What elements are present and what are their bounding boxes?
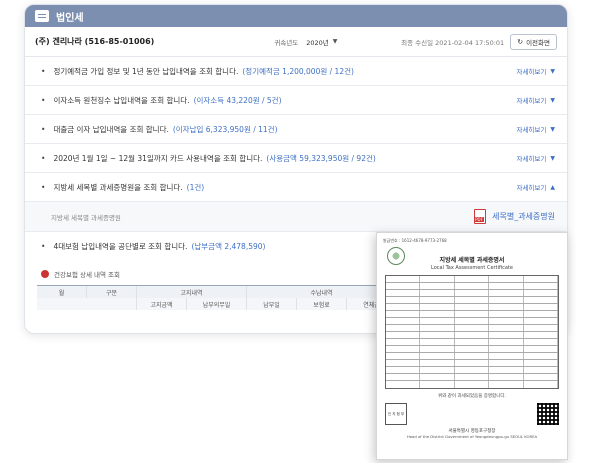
bullet-icon: •: [41, 242, 46, 251]
doc-table-row: [386, 339, 559, 346]
document-icon: [35, 10, 49, 22]
year-label: 귀속년도: [274, 38, 299, 47]
list-item: • 이자소득 원천징수 납입내역을 조회 합니다. (이자소득 43,220원 …: [25, 86, 567, 115]
doc-table-row: [386, 283, 559, 290]
doc-table-row: [386, 332, 559, 339]
chevron-up-icon: ▲: [550, 183, 555, 191]
doc-table-row: [386, 353, 559, 360]
doc-table-row: [386, 325, 559, 332]
list-item: • 지방세 세목별 과세증명원을 조회 합니다. (1건) 자세히보기 ▲: [25, 173, 567, 202]
view-details-button[interactable]: 자세히보기 ▼: [516, 124, 555, 135]
pdf-label: 세목별_과세증명원: [492, 212, 555, 221]
doc-signature-area: 인 지 첨 부: [385, 403, 559, 425]
table-header: 고지금액: [137, 298, 187, 310]
view-details-button[interactable]: 자세히보기 ▲: [516, 182, 555, 193]
doc-table-row: [386, 381, 559, 388]
view-details-label: 자세히보기: [516, 184, 547, 192]
view-details-label: 자세히보기: [516, 97, 547, 105]
list-item-summary: (이자소득 43,220원 / 5건): [193, 95, 282, 105]
insurance-icon: [41, 270, 49, 278]
table-header: 수납내역: [247, 286, 397, 298]
table-header: 구분: [87, 286, 137, 298]
last-received: 최종 수신일 2021-02-04 17:50:01: [401, 38, 505, 47]
view-details-label: 자세히보기: [516, 68, 547, 76]
doc-table-row: [386, 290, 559, 297]
back-button[interactable]: ↻ 이전화면: [510, 33, 557, 50]
doc-table-row: [386, 360, 559, 367]
qr-code-icon: [537, 403, 559, 425]
chevron-down-icon: ▼: [550, 67, 555, 75]
view-details-button[interactable]: 자세히보기 ▼: [516, 95, 555, 106]
doc-stamp-box: 인 지 첨 부: [385, 403, 407, 425]
doc-table-row: [386, 311, 559, 318]
chevron-down-icon: ▼: [550, 154, 555, 162]
list-item-text: 대출금 이자 납입내역을 조회 합니다.: [53, 124, 169, 134]
list-item: • 2020년 1월 1일 ~ 12월 31일까지 카드 사용내역을 조회 합니…: [25, 144, 567, 173]
list-item-text: 이자소득 원천징수 납입내역을 조회 합니다.: [53, 95, 190, 105]
bullet-icon: •: [41, 182, 46, 192]
list-item-text: 2020년 1월 1일 ~ 12월 31일까지 카드 사용내역을 조회 합니다.: [53, 153, 263, 163]
bullet-icon: •: [41, 95, 46, 105]
table-header: 납부일: [247, 298, 297, 310]
doc-table-row: [386, 318, 559, 325]
caret-down-icon: ▼: [332, 38, 338, 45]
doc-table-row: [386, 367, 559, 374]
list-item-summary: (정기예적금 1,200,000원 / 12건): [242, 66, 354, 76]
bullet-icon: •: [41, 153, 46, 163]
view-details-label: 자세히보기: [516, 126, 547, 134]
list-item: • 정기예적금 가입 정보 및 1년 동안 납입내역을 조회 합니다. (정기예…: [25, 57, 567, 86]
doc-table-row: [386, 374, 559, 381]
back-icon: ↻: [517, 37, 524, 46]
chevron-down-icon: ▼: [550, 125, 555, 133]
view-details-button[interactable]: 자세히보기 ▼: [516, 66, 555, 77]
certificate-panel: 지방세 세목별 과세증명원 세목별_과세증명원: [25, 202, 567, 232]
table-header: 고지내역: [137, 286, 247, 298]
doc-table-row: [386, 297, 559, 304]
year-value: 2020년: [306, 38, 329, 47]
doc-issue-number: 발급번호 : 1612-4678-9773-2768: [383, 238, 447, 243]
doc-table-row: [386, 346, 559, 353]
doc-issuer-en: Head of the District Government of Yeong…: [406, 434, 538, 439]
year-select[interactable]: 2020년 ▼: [306, 37, 337, 47]
pdf-download-link[interactable]: 세목별_과세증명원: [474, 209, 555, 224]
toolbar: (주) 겐리나라 (516-85-01006) 귀속년도 2020년 ▼ 최종 …: [25, 27, 567, 57]
company-name: (주) 겐리나라 (516-85-01006): [35, 37, 155, 46]
list-item-summary: (이자납입 6,323,950원 / 11건): [172, 124, 278, 134]
list-item-text: 4대보험 납입내역을 공단별로 조회 합니다.: [53, 242, 188, 251]
bullet-icon: •: [41, 66, 46, 76]
list-item-summary: (1건): [186, 182, 205, 192]
title-bar: 법인세: [25, 5, 567, 27]
doc-title: 지방세 세목별 과세증명서: [439, 257, 505, 264]
list-item-text: 정기예적금 가입 정보 및 1년 동안 납입내역을 조회 합니다.: [53, 66, 239, 76]
list-item-text: 지방세 세목별 과세증명원을 조회 합니다.: [53, 182, 183, 192]
table-header: 보험료: [297, 298, 347, 310]
view-details-label: 자세히보기: [516, 155, 547, 163]
back-button-label: 이전화면: [526, 38, 550, 47]
health-title-text: 건강보험 상세 내역 조회: [54, 271, 120, 279]
doc-title-en: Local Tax Assessment Certificate: [431, 265, 513, 271]
view-details-button[interactable]: 자세히보기 ▼: [516, 153, 555, 164]
certificate-document: 발급번호 : 1612-4678-9773-2768 지방세 세목별 과세증명서…: [376, 232, 568, 460]
chevron-down-icon: ▼: [550, 96, 555, 104]
table-header: 월: [37, 286, 87, 298]
pdf-icon: [474, 209, 487, 224]
list-item-summary: (납부금액 2,478,590): [191, 242, 266, 251]
doc-table-row: [386, 276, 559, 283]
doc-footer: 위와 같이 과세되었음을 증명합니다.: [438, 394, 506, 399]
list-item-summary: (사용금액 59,323,950원 / 92건): [266, 153, 376, 163]
list-item: • 대출금 이자 납입내역을 조회 합니다. (이자납입 6,323,950원 …: [25, 115, 567, 144]
page-title: 법인세: [56, 12, 84, 24]
doc-table: [385, 275, 559, 389]
doc-table-row: [386, 304, 559, 311]
certificate-panel-label: 지방세 세목별 과세증명원: [51, 213, 121, 222]
table-header-spacer: [37, 298, 137, 310]
table-header: 납부의무일: [187, 298, 247, 310]
bullet-icon: •: [41, 124, 46, 134]
